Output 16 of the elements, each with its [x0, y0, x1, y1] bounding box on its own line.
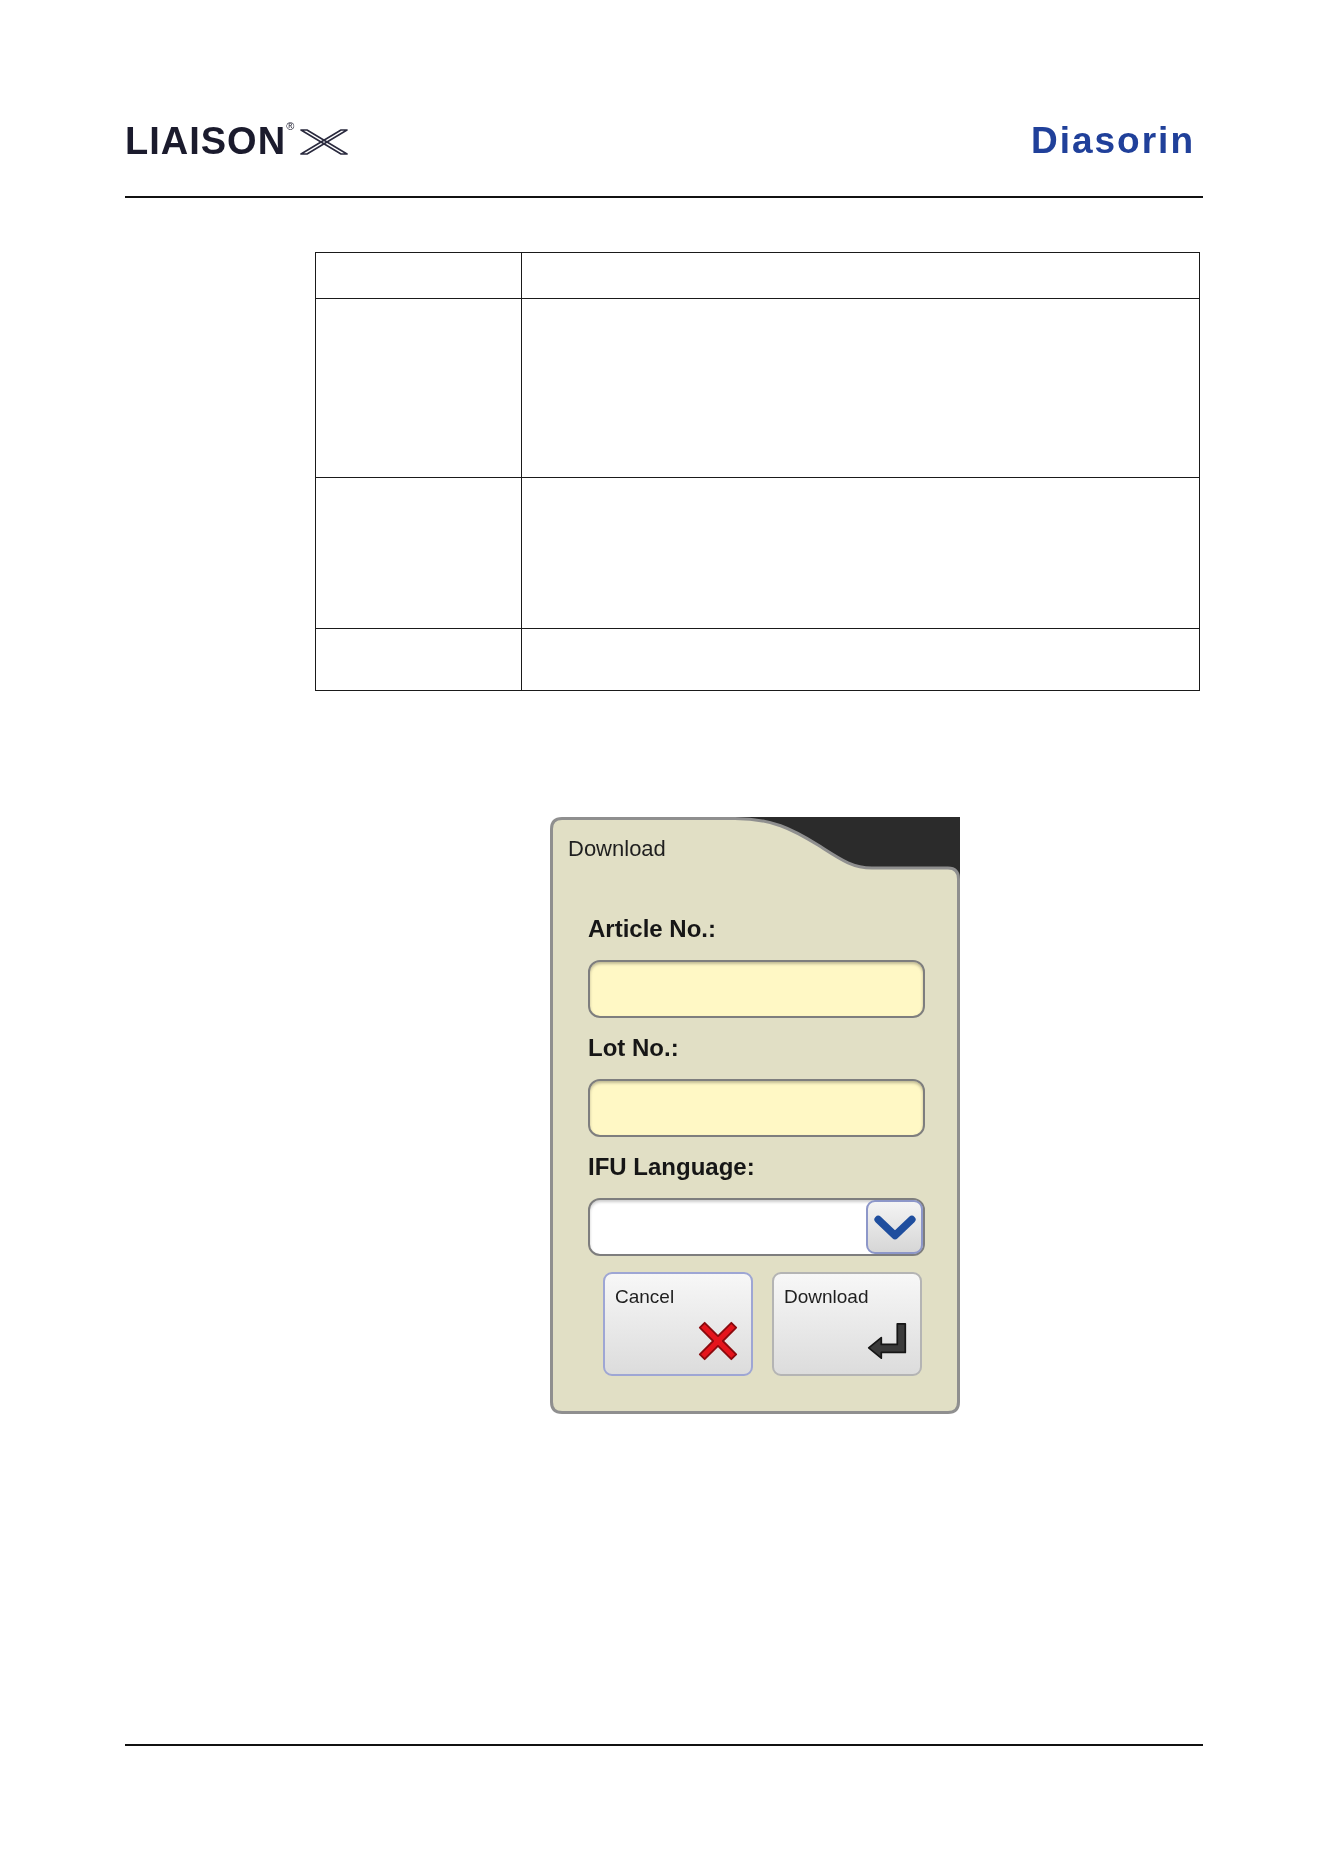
field-label: IFU Language:	[588, 1153, 755, 1181]
dropdown-button[interactable]	[866, 1200, 923, 1254]
chevron-down-icon	[873, 1214, 916, 1240]
cancel-button[interactable]: Cancel	[603, 1272, 753, 1376]
cross-logo-icon	[300, 128, 349, 156]
return-arrow-icon	[867, 1321, 907, 1361]
company-logo: Diasorin	[1030, 120, 1195, 162]
download-button[interactable]: Download	[772, 1272, 922, 1376]
dropdown-field[interactable]	[588, 1198, 925, 1256]
dialog-title: Download	[568, 836, 666, 862]
text-field[interactable]	[588, 960, 925, 1018]
field-label: Article No.:	[588, 915, 716, 943]
logo-wordmark: LIAISON$^{®}$	[125, 120, 295, 162]
text-field[interactable]	[588, 1079, 925, 1137]
cross-icon	[698, 1321, 738, 1361]
field-label: Lot No.:	[588, 1034, 679, 1062]
